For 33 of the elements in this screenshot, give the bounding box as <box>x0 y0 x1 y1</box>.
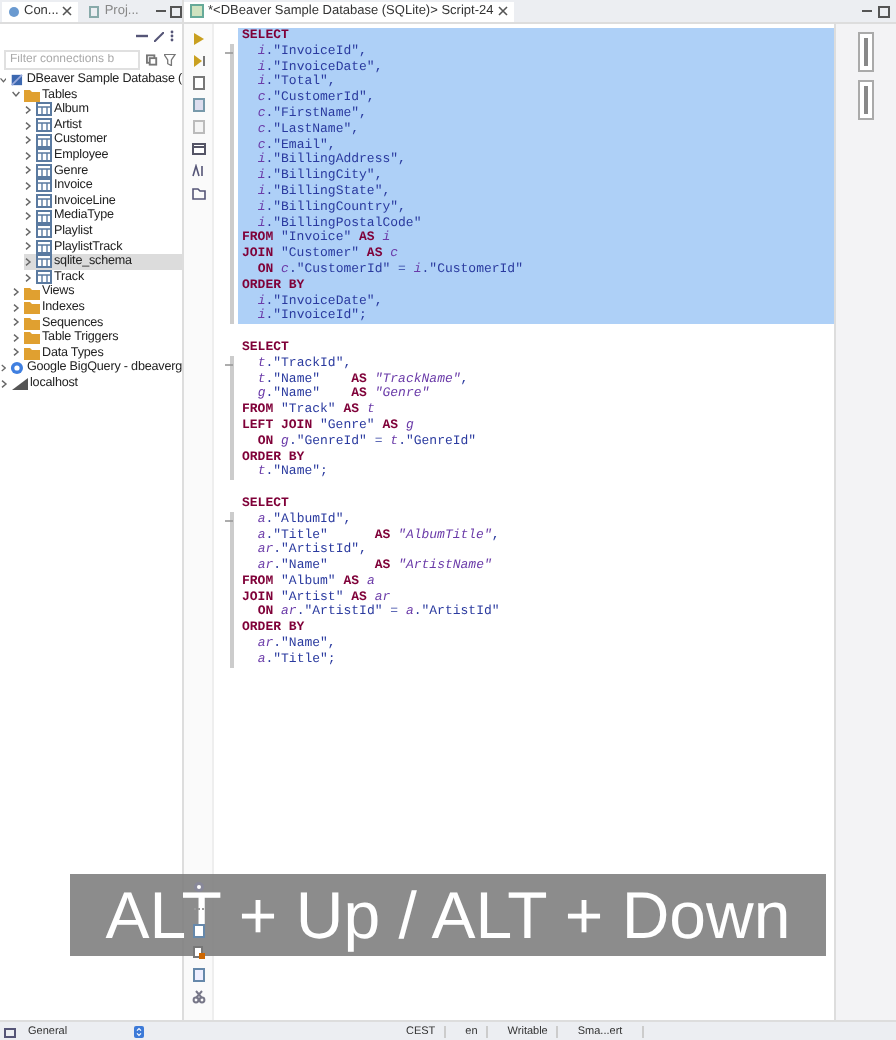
folder-icon <box>23 87 39 102</box>
minimize-icon <box>862 8 872 14</box>
plug-icon <box>8 5 20 17</box>
collapse-icon <box>224 359 234 370</box>
collapse-icon <box>224 48 234 58</box>
signal-icon <box>11 376 27 391</box>
view-tab-icon <box>858 80 874 120</box>
document-icon <box>88 5 101 17</box>
document-icon[interactable] <box>191 924 205 938</box>
script-icon <box>190 4 204 18</box>
scissors-icon[interactable] <box>191 990 205 1004</box>
filter-icon <box>163 54 178 66</box>
minimize-icon <box>156 8 166 14</box>
database-icon <box>9 71 24 88</box>
window-icon <box>4 1027 16 1037</box>
play-icon[interactable] <box>191 32 205 46</box>
table-icon[interactable] <box>191 142 205 156</box>
collapse-icon <box>224 515 234 526</box>
step-icon[interactable] <box>191 54 205 68</box>
copy-icon <box>146 54 158 66</box>
code-block[interactable] <box>238 28 834 325</box>
close-icon <box>497 6 508 16</box>
view-tab-icon <box>858 32 874 72</box>
close-icon <box>62 6 73 16</box>
maximize-icon <box>878 5 890 17</box>
dropdown-icon <box>134 1026 144 1038</box>
cloud-icon <box>9 360 24 377</box>
minimize-icon <box>136 32 148 40</box>
maximize-icon <box>170 5 182 17</box>
link-icon <box>154 31 164 41</box>
folder-icon[interactable] <box>191 186 205 200</box>
document-icon[interactable] <box>191 968 205 982</box>
letters-icon[interactable] <box>191 164 205 178</box>
